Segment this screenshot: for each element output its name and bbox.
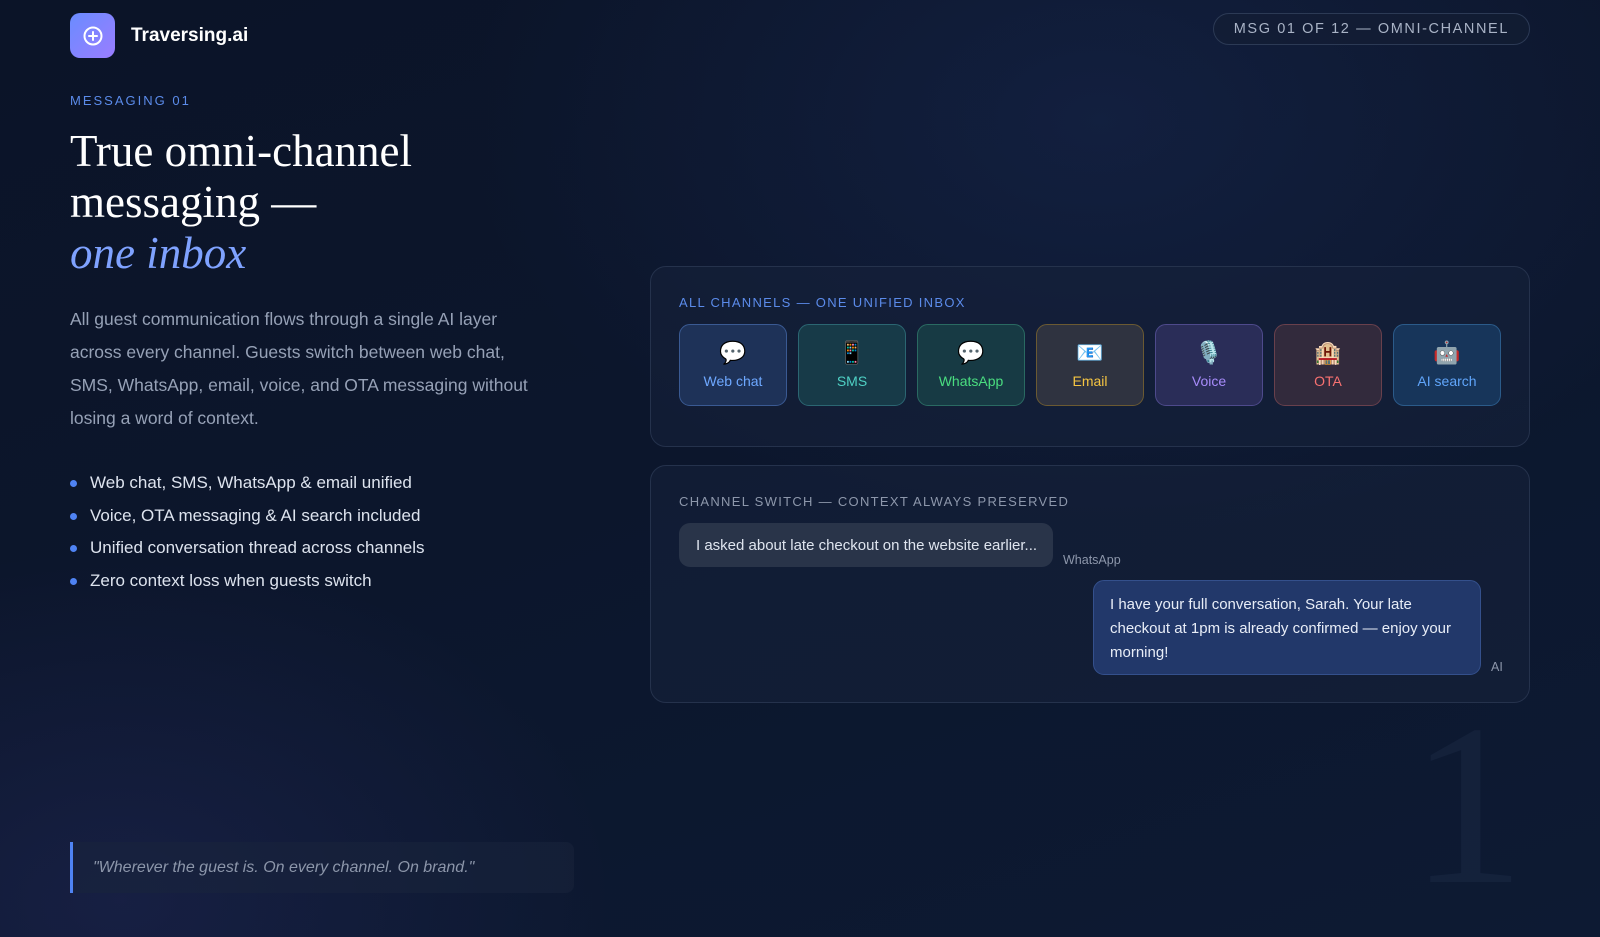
channel-label: Web chat bbox=[703, 373, 763, 389]
mobile-phone-icon: 📱 bbox=[838, 340, 866, 365]
channel-label: Voice bbox=[1191, 373, 1227, 389]
headline-line-2: messaging — bbox=[70, 177, 317, 227]
channel-web-chat[interactable]: 💬 Web chat bbox=[679, 324, 787, 406]
page-title: True omni-channel messaging — one inbox bbox=[70, 126, 590, 279]
channel-email[interactable]: 📧 Email bbox=[1036, 324, 1144, 406]
speech-bubble-icon: 💬 bbox=[719, 340, 747, 365]
ai-tag: AI bbox=[1491, 660, 1503, 674]
feature-list: Web chat, SMS, WhatsApp & email unified … bbox=[70, 467, 425, 597]
feature-item: Zero context loss when guests switch bbox=[70, 565, 425, 598]
channel-label: OTA bbox=[1314, 373, 1342, 389]
brand-name[interactable]: Traversing.ai bbox=[131, 25, 248, 47]
guest-message-bubble: I asked about late checkout on the websi… bbox=[679, 523, 1053, 567]
robot-icon: 🤖 bbox=[1433, 340, 1461, 365]
switch-card-label: CHANNEL SWITCH — CONTEXT ALWAYS PRESERVE… bbox=[679, 494, 1070, 509]
headline-line-1: True omni-channel bbox=[70, 126, 413, 176]
email-icon: 📧 bbox=[1076, 340, 1104, 365]
tagline-quote: "Wherever the guest is. On every channel… bbox=[70, 842, 574, 893]
ai-reply-bubble: I have your full conversation, Sarah. Yo… bbox=[1093, 580, 1481, 675]
channel-whatsapp[interactable]: 💬 WhatsApp bbox=[917, 324, 1025, 406]
channel-voice[interactable]: 🎙️ Voice bbox=[1155, 324, 1263, 406]
feature-item: Web chat, SMS, WhatsApp & email unified bbox=[70, 467, 425, 500]
speech-bubble-icon: 💬 bbox=[957, 340, 985, 365]
header: Traversing.ai bbox=[70, 13, 248, 58]
channel-switch-card: CHANNEL SWITCH — CONTEXT ALWAYS PRESERVE… bbox=[650, 465, 1530, 703]
feature-item: Voice, OTA messaging & AI search include… bbox=[70, 500, 425, 533]
hotel-icon: 🏨 bbox=[1314, 340, 1342, 365]
channels-card: ALL CHANNELS — ONE UNIFIED INBOX 💬 Web c… bbox=[650, 266, 1530, 447]
guest-channel-tag: WhatsApp bbox=[1063, 553, 1121, 567]
channel-label: Email bbox=[1072, 373, 1108, 389]
plus-circle-icon bbox=[83, 26, 102, 45]
channel-list: 💬 Web chat 📱 SMS 💬 WhatsApp 📧 Email 🎙️ V… bbox=[679, 324, 1501, 406]
channel-label: SMS bbox=[836, 373, 868, 389]
eyebrow-label: MESSAGING 01 bbox=[70, 93, 191, 108]
channels-card-label: ALL CHANNELS — ONE UNIFIED INBOX bbox=[679, 295, 966, 310]
slide-counter-badge: MSG 01 OF 12 — OMNI-CHANNEL bbox=[1212, 13, 1530, 45]
slide-number-watermark: 1 bbox=[1410, 677, 1525, 932]
headline-accent: one inbox bbox=[70, 228, 247, 278]
feature-item: Unified conversation thread across chann… bbox=[70, 532, 425, 565]
channel-label: WhatsApp bbox=[938, 373, 1004, 389]
microphone-icon: 🎙️ bbox=[1195, 340, 1223, 365]
channel-ota[interactable]: 🏨 OTA bbox=[1274, 324, 1382, 406]
logo[interactable] bbox=[70, 13, 115, 58]
channel-sms[interactable]: 📱 SMS bbox=[798, 324, 906, 406]
description: All guest communication flows through a … bbox=[70, 309, 528, 428]
channel-label: AI search bbox=[1417, 373, 1477, 389]
channel-ai-search[interactable]: 🤖 AI search bbox=[1393, 324, 1501, 406]
